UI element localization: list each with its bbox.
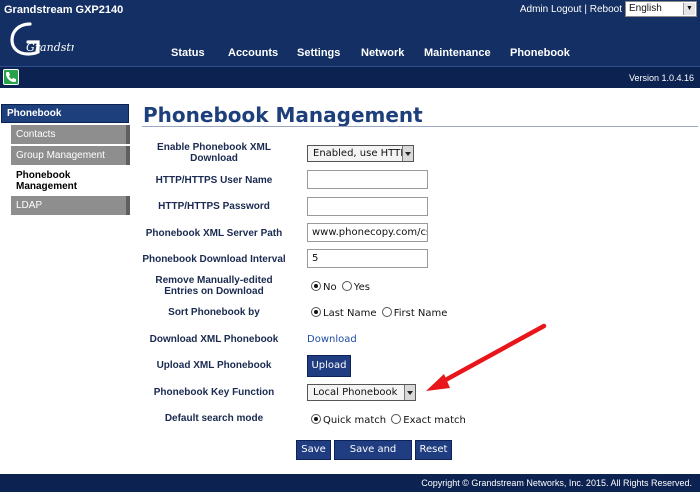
sidebar-item-phonebook-management[interactable]: Phonebook Management xyxy=(11,170,101,192)
enable-xml-select[interactable]: Enabled, use HTTPS xyxy=(307,145,414,162)
search-exact-match-option[interactable]: Exact match xyxy=(391,414,466,426)
sidebar-item-ldap[interactable]: LDAP xyxy=(11,196,130,215)
remove-manual-radio-group: No Yes xyxy=(311,281,372,293)
firmware-version: Version 1.0.4.16 xyxy=(628,73,694,83)
interval-label: Phonebook Download Interval xyxy=(142,254,286,265)
user-name-input[interactable] xyxy=(307,170,428,189)
sort-by-label: Sort Phonebook by xyxy=(168,307,260,318)
nav-maintenance[interactable]: Maintenance xyxy=(424,47,491,59)
option-exact-match-label: Exact match xyxy=(403,415,466,426)
nav-network[interactable]: Network xyxy=(361,47,404,59)
radio-unchecked-icon xyxy=(381,307,392,317)
remove-manual-yes-option[interactable]: Yes xyxy=(341,281,370,293)
device-model: Grandstream GXP2140 xyxy=(4,4,124,16)
nav-phonebook[interactable]: Phonebook xyxy=(510,47,570,59)
key-function-select[interactable]: Local Phonebook xyxy=(307,384,416,401)
reset-button[interactable]: Reset xyxy=(415,440,452,460)
server-path-label: Phonebook XML Server Path xyxy=(145,228,283,239)
title-divider xyxy=(142,126,698,127)
radio-checked-icon xyxy=(311,307,321,317)
admin-logout-link[interactable]: Admin Logout xyxy=(520,4,582,15)
chevron-down-icon xyxy=(402,146,413,161)
enable-xml-value: Enabled, use HTTPS xyxy=(313,148,413,159)
upload-button[interactable]: Upload xyxy=(307,355,351,377)
main-nav: Status Accounts Settings Network Mainten… xyxy=(0,47,700,63)
chevron-down-icon xyxy=(404,385,415,400)
nav-status[interactable]: Status xyxy=(171,47,205,59)
option-last-name-label: Last Name xyxy=(323,308,377,319)
nav-settings[interactable]: Settings xyxy=(297,47,340,59)
sidebar-title: Phonebook xyxy=(1,104,129,123)
download-link[interactable]: Download xyxy=(307,334,357,345)
sidebar-item-contacts[interactable]: Contacts xyxy=(11,125,130,144)
footer-bar: Copyright © Grandstream Networks, Inc. 2… xyxy=(0,474,700,492)
sort-first-name-option[interactable]: First Name xyxy=(381,307,448,319)
link-separator: | xyxy=(584,4,587,15)
search-quick-match-option[interactable]: Quick match xyxy=(311,414,386,426)
key-function-label: Phonebook Key Function xyxy=(153,387,275,398)
password-label: HTTP/HTTPS Password xyxy=(158,201,270,212)
phone-icon[interactable] xyxy=(3,69,19,85)
reboot-link[interactable]: Reboot xyxy=(590,4,622,15)
sort-last-name-option[interactable]: Last Name xyxy=(311,307,377,319)
key-function-value: Local Phonebook xyxy=(313,387,398,398)
remove-manual-label: Remove Manually-edited Entries on Downlo… xyxy=(155,275,273,297)
radio-unchecked-icon xyxy=(341,281,352,291)
password-input[interactable] xyxy=(307,197,428,216)
nav-accounts[interactable]: Accounts xyxy=(228,47,278,59)
sidebar-item-group-management[interactable]: Group Management xyxy=(11,146,130,165)
chevron-down-icon: ▼ xyxy=(683,3,695,15)
radio-checked-icon xyxy=(311,414,321,424)
sort-by-radio-group: Last Name First Name xyxy=(311,307,449,319)
page-title: Phonebook Management xyxy=(143,103,423,127)
sub-header-bar: Version 1.0.4.16 xyxy=(0,66,700,88)
option-no-label: No xyxy=(323,282,337,293)
search-mode-radio-group: Quick match Exact match xyxy=(311,414,468,426)
save-button[interactable]: Save xyxy=(296,440,331,460)
radio-unchecked-icon xyxy=(391,414,402,424)
top-links: Admin Logout | Reboot xyxy=(520,4,622,15)
option-yes-label: Yes xyxy=(353,282,370,293)
option-quick-match-label: Quick match xyxy=(323,415,387,426)
upload-xml-label: Upload XML Phonebook xyxy=(156,360,272,371)
search-mode-label: Default search mode xyxy=(164,413,264,424)
download-xml-label: Download XML Phonebook xyxy=(149,334,279,345)
radio-checked-icon xyxy=(311,281,321,291)
language-select[interactable]: English ▼ xyxy=(625,1,697,17)
enable-xml-label: Enable Phonebook XML Download xyxy=(157,142,271,164)
option-first-name-label: First Name xyxy=(393,308,448,319)
save-and-apply-button[interactable]: Save and Apply xyxy=(334,440,412,473)
user-name-label: HTTP/HTTPS User Name xyxy=(155,175,273,186)
server-path-input[interactable]: www.phonecopy.com/cs/xml xyxy=(307,223,428,242)
annotation-arrow-icon xyxy=(426,323,547,391)
remove-manual-no-option[interactable]: No xyxy=(311,281,337,293)
header-bar: Grandstream GXP2140 Admin Logout | Reboo… xyxy=(0,0,700,66)
interval-input[interactable]: 5 xyxy=(307,249,428,268)
copyright-text: Copyright © Grandstream Networks, Inc. 2… xyxy=(421,478,692,488)
language-value: English xyxy=(629,3,662,14)
